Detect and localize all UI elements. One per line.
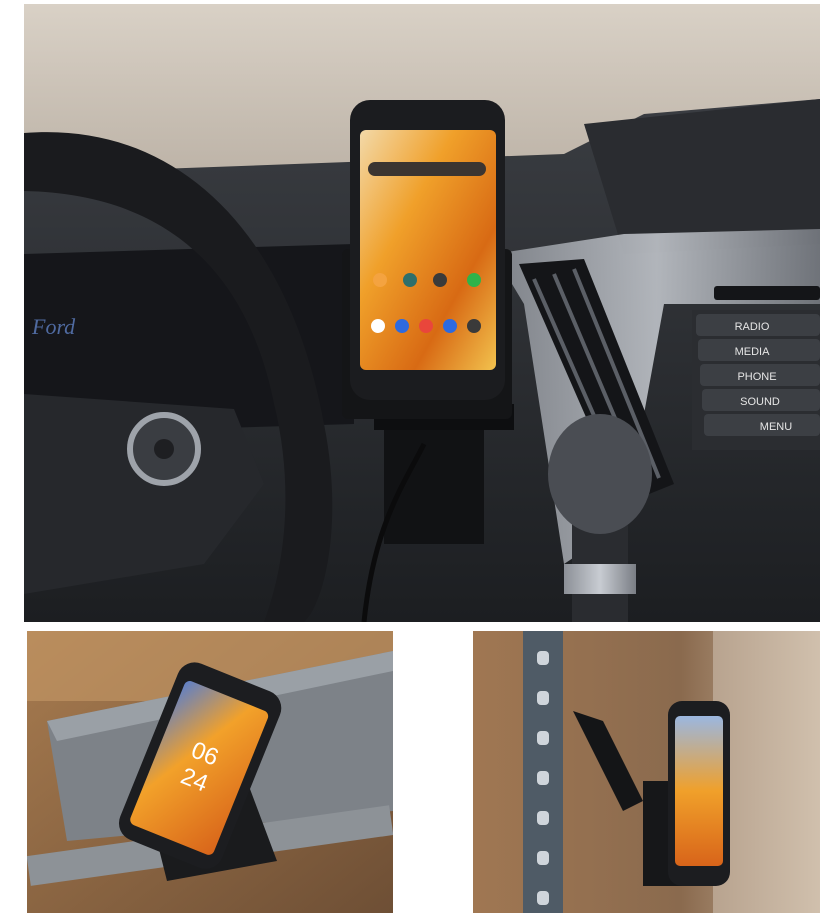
cart-mount-photo: 06 24 [27, 631, 393, 913]
steering-controls [127, 412, 201, 486]
svg-text:MEDIA: MEDIA [735, 346, 771, 358]
dash-button-media: MEDIA [698, 339, 820, 361]
dash-button-phone: PHONE [700, 364, 820, 386]
dash-button-radio: RADIO [696, 314, 820, 336]
shelf-mount-photo [473, 631, 820, 913]
rugged-phone [350, 100, 505, 400]
svg-text:RADIO: RADIO [735, 321, 770, 333]
ford-badge: Ford [31, 314, 76, 339]
svg-text:SOUND: SOUND [740, 396, 780, 408]
dashboard-mount-photo: RADIO MEDIA PHONE SOUND MENU Ford [24, 4, 820, 622]
shelf-phone [668, 701, 730, 886]
dash-button-sound: SOUND [702, 389, 820, 411]
svg-text:MENU: MENU [760, 421, 792, 433]
dash-button-menu: MENU [704, 414, 820, 436]
svg-text:PHONE: PHONE [737, 371, 776, 383]
search-bar [368, 162, 486, 176]
